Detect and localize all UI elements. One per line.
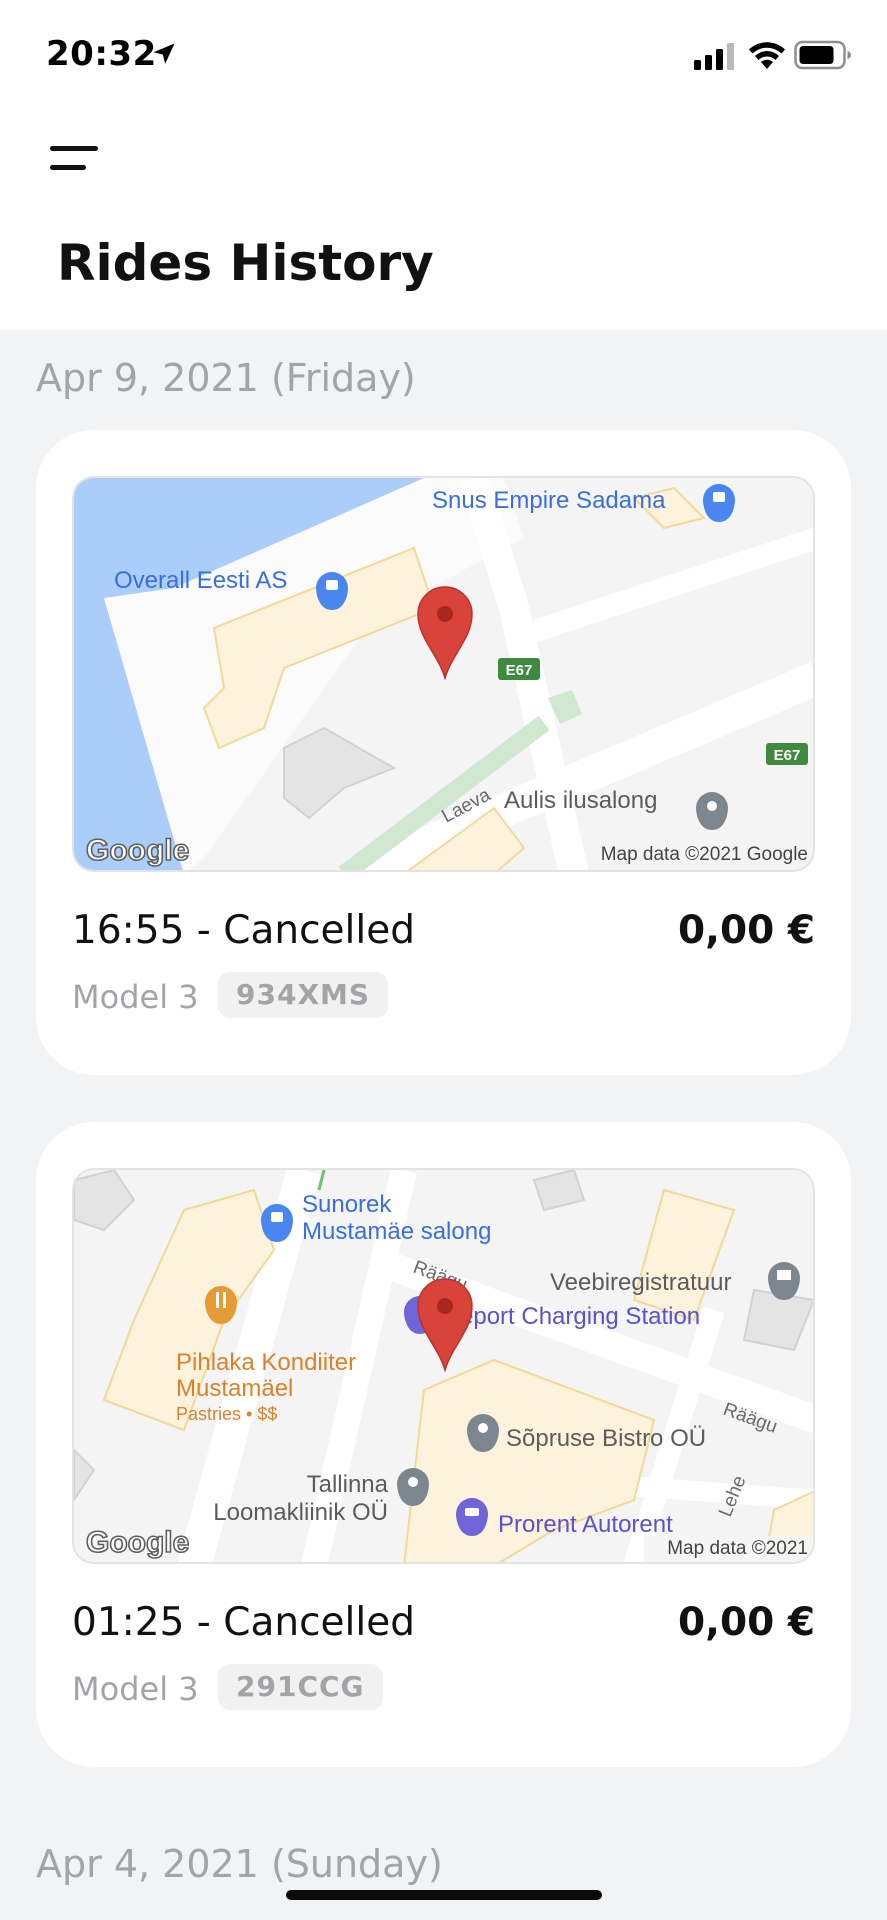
ride-price: 0,00 € (678, 1600, 815, 1645)
map-attribution: Map data ©2021 (667, 1538, 808, 1559)
wifi-icon (749, 42, 785, 69)
menu-icon-bar-bottom (50, 165, 86, 170)
vehicle-model: Model 3 (72, 1670, 199, 1708)
location-arrow-icon (153, 43, 175, 64)
road-shield-label: E67 (774, 747, 801, 764)
ride-time-status: 01:25 - Cancelled (72, 1600, 415, 1645)
map-place-label: Pihlaka Kondiiter (176, 1349, 356, 1376)
home-indicator[interactable] (286, 1890, 602, 1900)
map-place-label: Overall Eesti AS (114, 567, 287, 594)
vehicle-model: Model 3 (72, 978, 199, 1016)
map-attribution: Map data ©2021 Google (601, 844, 808, 865)
map-place-label: Tallinna (307, 1471, 389, 1498)
map-place-label: Prorent Autorent (498, 1511, 673, 1538)
map-place-label: Snus Empire Sadama (432, 487, 666, 514)
map-place-label: Sunorek (302, 1191, 392, 1218)
menu-button[interactable] (46, 138, 102, 178)
ride-price: 0,00 € (678, 908, 815, 953)
map-place-label: Veebiregistratuur (550, 1269, 731, 1296)
road-shield-label: E67 (506, 662, 533, 679)
ride-time-status: 16:55 - Cancelled (72, 908, 415, 953)
menu-icon-bar-top (50, 146, 98, 151)
map-place-label: eport Charging Station (460, 1303, 700, 1330)
cellular-signal-icon (694, 43, 734, 70)
map-place-label: Mustamäel (176, 1375, 293, 1402)
ride-map: E67 E67 Laeva Snus Empire Sadama Overall… (72, 476, 815, 872)
ride-card[interactable]: E67 E67 Laeva Snus Empire Sadama Overall… (36, 430, 851, 1075)
map-place-label: Pastries • $$ (176, 1404, 277, 1424)
map-place-label: Sõpruse Bistro OÜ (506, 1425, 706, 1452)
google-logo: Google (86, 1526, 189, 1559)
map-place-label: Mustamäe salong (302, 1218, 491, 1245)
map-place-label: Aulis ilusalong (504, 787, 657, 814)
date-header: Apr 9, 2021 (Friday) (36, 356, 416, 400)
license-plate-badge: 291CCG (218, 1664, 383, 1710)
map-place-label: Loomakliinik OÜ (213, 1499, 388, 1526)
status-time: 20:32 (46, 34, 157, 74)
page-title: Rides History (57, 234, 434, 292)
google-logo: Google (86, 834, 189, 867)
battery-icon (794, 40, 851, 70)
ride-map: Räägu Räägu Lehe Sunorek Mustamäe salong… (72, 1168, 815, 1564)
ride-card[interactable]: Räägu Räägu Lehe Sunorek Mustamäe salong… (36, 1122, 851, 1767)
license-plate-badge: 934XMS (218, 972, 389, 1018)
date-header: Apr 4, 2021 (Sunday) (36, 1842, 443, 1886)
